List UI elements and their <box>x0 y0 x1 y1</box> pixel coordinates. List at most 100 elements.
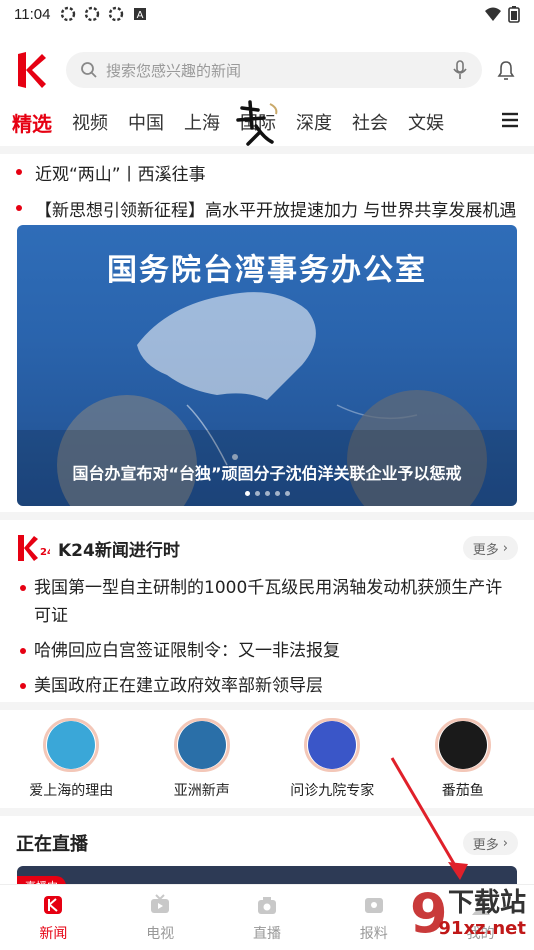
channel-item[interactable]: 亚洲新声 <box>142 718 262 800</box>
k24-more-button[interactable]: 更多 › <box>462 536 518 560</box>
tab-china[interactable]: 中国 <box>128 109 164 135</box>
channel-avatar <box>304 718 361 772</box>
section-divider <box>0 702 534 710</box>
nav-report[interactable]: 报料 <box>334 893 414 943</box>
channel-avatar <box>43 718 100 772</box>
bullet-dot <box>20 683 26 689</box>
camera-icon <box>257 896 276 914</box>
list-item-text: 哈佛回应白宫签证限制令：又一非法报复 <box>34 641 340 661</box>
nav-label: 直播 <box>252 925 281 942</box>
chevron-right-icon: › <box>502 540 508 556</box>
gear-icon <box>61 6 76 22</box>
tab-entertainment[interactable]: 文娱 <box>408 109 444 135</box>
bottom-nav: 新闻 电视 直播 报料 我的 <box>0 884 534 950</box>
channel-item[interactable]: 爱上海的理由 <box>11 718 131 800</box>
more-label: 更多 <box>472 837 499 853</box>
channel-avatar <box>173 718 230 772</box>
channel-label: 爱上海的理由 <box>29 783 114 799</box>
banner-title: 国务院台湾事务办公室 <box>107 253 427 288</box>
app-logo[interactable] <box>14 50 48 90</box>
channel-image <box>438 721 487 769</box>
gear-icon <box>85 6 100 22</box>
gear-icon <box>109 6 124 22</box>
chevron-right-icon: › <box>502 835 508 851</box>
k24-section: 24 K24新闻进行时 更多 › 我国第一型自主研制的1000千瓦级民用涡轴发动… <box>0 530 534 707</box>
headline-item[interactable]: 近观“两山”丨西溪往事 <box>16 158 521 186</box>
nav-tv[interactable]: 电视 <box>120 893 200 943</box>
search-input[interactable]: 搜索您感兴趣的新闻 <box>66 52 482 88</box>
carousel-dots <box>17 491 517 496</box>
k24-title: K24新闻进行时 <box>58 540 180 561</box>
channel-label: 番茄鱼 <box>441 783 484 799</box>
tab-shanghai[interactable]: 上海 <box>184 109 220 135</box>
list-item-text: 美国政府正在建立政府效率部新领导层 <box>34 676 323 696</box>
mic-icon[interactable] <box>452 59 468 81</box>
top-headlines: 近观“两山”丨西溪往事 【新思想引领新征程】高水平开放提速加力 与世界共享发展机… <box>16 158 521 222</box>
profile-icon <box>471 895 490 915</box>
headline-text: 近观“两山”丨西溪往事 <box>35 164 206 185</box>
status-right <box>484 5 520 23</box>
tab-society[interactable]: 社会 <box>352 109 388 135</box>
nav-label: 电视 <box>146 925 175 942</box>
svg-text:24: 24 <box>40 547 50 558</box>
search-icon <box>81 62 97 78</box>
bullet-dot <box>20 585 26 591</box>
nav-profile[interactable]: 我的 <box>441 893 521 943</box>
section-divider <box>0 512 534 520</box>
nav-live[interactable]: 直播 <box>227 893 307 943</box>
list-item-text: 我国第一型自主研制的1000千瓦级民用涡轴发动机获颁生产许可证 <box>34 578 503 626</box>
tab-depth[interactable]: 深度 <box>296 109 332 135</box>
nav-label: 报料 <box>359 925 388 942</box>
headline-item[interactable]: 【新思想引领新征程】高水平开放提速加力 与世界共享发展机遇 <box>16 194 521 222</box>
channel-label: 亚洲新声 <box>173 783 230 799</box>
section-divider <box>0 808 534 816</box>
k24-header: 24 K24新闻进行时 更多 › <box>0 530 534 566</box>
tab-video[interactable]: 视频 <box>72 109 108 135</box>
tv-icon <box>151 893 170 913</box>
calligraphy-decoration <box>236 100 278 146</box>
section-divider <box>0 146 534 154</box>
bullet-dot <box>16 205 22 211</box>
a-icon: A <box>134 8 147 21</box>
channel-image <box>177 721 226 769</box>
channel-avatar <box>434 718 491 772</box>
search-placeholder: 搜索您感兴趣的新闻 <box>106 61 242 80</box>
status-bar: 11:04 A <box>0 0 534 28</box>
bullet-dot <box>20 648 26 654</box>
carousel-dot[interactable] <box>264 491 270 496</box>
channel-item[interactable]: 番茄鱼 <box>403 718 523 800</box>
news-icon <box>44 895 63 914</box>
channel-row: 爱上海的理由 亚洲新声 问诊九院专家 番茄鱼 <box>0 718 534 800</box>
headline-text: 【新思想引领新征程】高水平开放提速加力 与世界共享发展机遇 <box>35 200 517 221</box>
carousel-dot[interactable] <box>274 491 280 496</box>
nav-label: 我的 <box>466 925 495 942</box>
wifi-icon <box>485 7 501 21</box>
tab-featured[interactable]: 精选 <box>12 108 52 137</box>
channel-image <box>47 721 96 769</box>
list-item[interactable]: 我国第一型自主研制的1000千瓦级民用涡轴发动机获颁生产许可证 <box>20 574 518 630</box>
news-banner[interactable]: 国务院台湾事务办公室 国台办宣布对“台独”顽固分子沈伯洋关联企业予以惩戒 <box>17 225 517 506</box>
live-more-button[interactable]: 更多 › <box>462 831 518 855</box>
channel-item[interactable]: 问诊九院专家 <box>272 718 392 800</box>
report-icon <box>364 897 383 913</box>
battery-icon <box>508 6 520 23</box>
nav-label: 新闻 <box>39 925 68 942</box>
list-item[interactable]: 美国政府正在建立政府效率部新领导层 <box>20 672 518 700</box>
live-header: 正在直播 更多 › <box>0 828 534 858</box>
bullet-dot <box>16 169 22 175</box>
carousel-dot[interactable] <box>254 491 260 496</box>
app-header: 搜索您感兴趣的新闻 <box>0 40 534 100</box>
channel-image <box>308 721 357 769</box>
list-item[interactable]: 哈佛回应白宫签证限制令：又一非法报复 <box>20 637 518 665</box>
tabs-fade <box>464 100 494 144</box>
carousel-dot[interactable] <box>244 491 250 496</box>
k24-list: 我国第一型自主研制的1000千瓦级民用涡轴发动机获颁生产许可证 哈佛回应白宫签证… <box>0 566 534 700</box>
more-label: 更多 <box>472 542 499 558</box>
menu-icon[interactable] <box>498 108 522 132</box>
nav-news[interactable]: 新闻 <box>13 893 93 943</box>
k24-logo: 24 <box>18 535 50 561</box>
bell-icon[interactable] <box>494 58 518 82</box>
carousel-dot[interactable] <box>284 491 290 496</box>
channel-label: 问诊九院专家 <box>290 783 375 799</box>
live-title: 正在直播 <box>16 834 88 855</box>
